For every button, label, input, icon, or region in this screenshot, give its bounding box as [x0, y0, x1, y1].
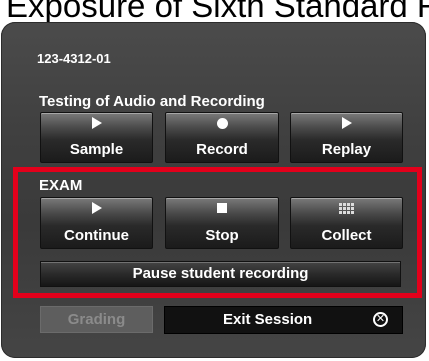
header-text: Exposure of Sixth Standard Reading	[6, 0, 429, 22]
pause-recording-button[interactable]: Pause student recording	[40, 261, 401, 287]
exit-session-button[interactable]: Exit Session ✕	[164, 306, 403, 334]
play-icon	[291, 115, 402, 131]
stop-icon	[166, 200, 278, 216]
play-icon	[41, 115, 152, 131]
testing-section-title: Testing of Audio and Recording	[39, 93, 265, 110]
record-button[interactable]: Record	[165, 112, 279, 163]
play-icon	[41, 200, 152, 216]
collect-button-label: Collect	[321, 227, 372, 244]
sample-button[interactable]: Sample	[40, 112, 153, 163]
exam-section-title: EXAM	[39, 177, 83, 194]
collect-button[interactable]: Collect	[290, 197, 403, 249]
stop-button[interactable]: Stop	[165, 197, 279, 249]
header-strip: Exposure of Sixth Standard Reading	[0, 0, 429, 22]
session-id: 123-4312-01	[37, 51, 111, 66]
replay-button[interactable]: Replay	[290, 112, 403, 163]
grading-button: Grading	[40, 306, 153, 333]
collect-icon	[291, 200, 402, 216]
continue-button-label: Continue	[64, 227, 129, 244]
stop-button-label: Stop	[205, 227, 239, 244]
record-button-label: Record	[196, 141, 248, 158]
exit-session-label: Exit Session	[223, 311, 313, 328]
record-icon	[166, 115, 278, 131]
sample-button-label: Sample	[69, 141, 124, 158]
continue-button[interactable]: Continue	[40, 197, 153, 249]
replay-button-label: Replay	[321, 141, 372, 158]
close-circle-icon: ✕	[373, 312, 388, 327]
